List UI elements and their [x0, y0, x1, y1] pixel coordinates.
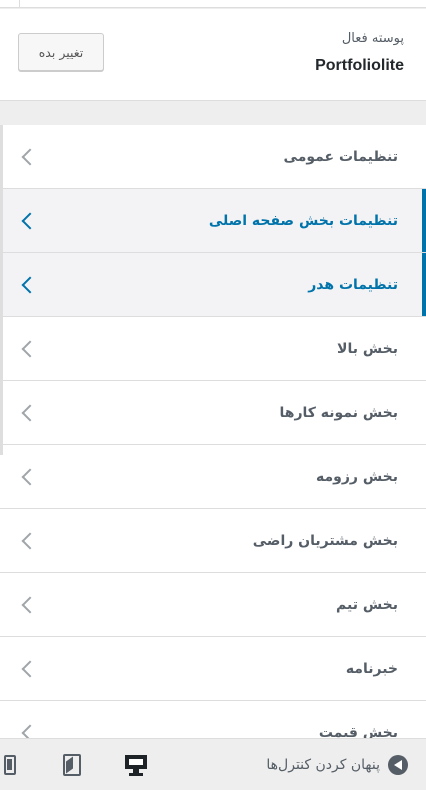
chevron-left-icon: [21, 724, 39, 738]
section-newsletter[interactable]: خبرنامه: [0, 637, 426, 701]
top-strip-divider: [19, 0, 20, 8]
chevron-left-icon: [21, 340, 39, 357]
collapse-arrow-icon: [388, 755, 408, 775]
panel-left-edge: [0, 125, 3, 455]
section-label: خبرنامه: [345, 660, 398, 677]
section-testimonials[interactable]: بخش مشتریان راضی: [0, 509, 426, 573]
section-label: بخش قیمت: [318, 724, 398, 739]
section-label: بخش بالا: [337, 340, 398, 357]
section-homepage-settings[interactable]: تنظیمات بخش صفحه اصلی: [0, 189, 426, 253]
section-portfolio[interactable]: بخش نمونه کارها: [0, 381, 426, 445]
change-theme-button[interactable]: تغییر بده: [18, 33, 104, 71]
section-label: بخش تیم: [336, 596, 398, 613]
section-label: تنظیمات بخش صفحه اصلی: [208, 212, 398, 229]
theme-name: Portfoliolite: [315, 57, 404, 74]
chevron-left-icon: [21, 596, 39, 613]
chevron-left-icon: [21, 404, 39, 421]
collapse-controls-label: پنهان کردن کنترل‌ها: [266, 757, 380, 773]
section-pricing[interactable]: بخش قیمت: [0, 701, 426, 738]
section-label: بخش نمونه کارها: [279, 404, 398, 421]
section-general-settings[interactable]: تنظیمات عمومی: [0, 125, 426, 189]
chevron-left-icon: [21, 212, 39, 229]
active-theme-card: پوسته فعال Portfoliolite تغییر بده: [0, 9, 426, 101]
section-label: تنظیمات هدر: [308, 276, 398, 293]
chevron-left-icon: [21, 276, 39, 293]
section-top[interactable]: بخش بالا: [0, 317, 426, 381]
tablet-icon[interactable]: [63, 754, 81, 776]
chevron-left-icon: [21, 532, 39, 549]
section-label: بخش رزومه: [316, 468, 398, 485]
chevron-left-icon: [21, 660, 39, 677]
customizer-footer: پنهان کردن کنترل‌ها: [0, 738, 426, 790]
desktop-icon[interactable]: [124, 754, 148, 776]
collapse-controls-button[interactable]: پنهان کردن کنترل‌ها: [266, 754, 408, 776]
customizer-sections-list: تنظیمات عمومی تنظیمات بخش صفحه اصلی تنظی…: [0, 125, 426, 738]
section-header-settings[interactable]: تنظیمات هدر: [0, 253, 426, 317]
chevron-left-icon: [21, 468, 39, 485]
chevron-left-icon: [21, 148, 39, 165]
section-gap: [0, 101, 426, 125]
section-label: بخش مشتریان راضی: [252, 532, 398, 549]
active-theme-label: پوسته فعال: [341, 31, 404, 46]
section-label: تنظیمات عمومی: [283, 148, 398, 165]
section-team[interactable]: بخش تیم: [0, 573, 426, 637]
section-resume[interactable]: بخش رزومه: [0, 445, 426, 509]
mobile-icon[interactable]: [4, 755, 16, 775]
top-strip: [0, 0, 426, 8]
